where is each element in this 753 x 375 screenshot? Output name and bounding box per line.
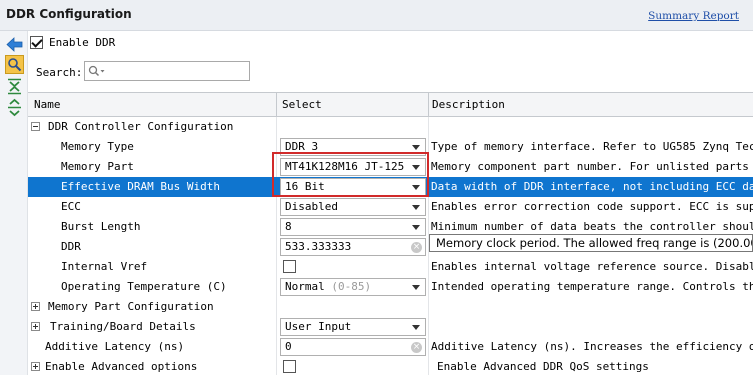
training-board-select[interactable]: User Input — [280, 318, 426, 336]
memory-type-select[interactable]: DDR 3 — [280, 138, 426, 156]
table-row[interactable]: Memory Part Configuration — [28, 297, 753, 317]
table-row[interactable]: Additive Latency (ns) 0 × Additive Laten… — [28, 337, 753, 357]
additive-latency-input[interactable]: 0 × — [280, 338, 426, 356]
enable-advanced-checkbox[interactable] — [283, 360, 296, 373]
expand-all-icon[interactable] — [5, 98, 24, 117]
enable-ddr-checkbox[interactable] — [30, 35, 43, 49]
input-value: 0 — [285, 340, 292, 353]
chevron-down-icon[interactable] — [412, 325, 420, 330]
row-description: Enable Advanced DDR QoS settings — [437, 360, 649, 373]
bus-width-select[interactable]: 16 Bit — [280, 178, 426, 196]
select-value: User Input — [285, 320, 352, 333]
row-name: Operating Temperature (C) — [61, 280, 227, 293]
search-box[interactable] — [84, 61, 250, 81]
table-row[interactable]: Operating Temperature (C) Normal (0-85) … — [28, 277, 753, 297]
enable-ddr-row: Enable DDR — [30, 33, 115, 51]
table-row[interactable]: Training/Board Details User Input — [28, 317, 753, 337]
clear-icon[interactable]: × — [411, 342, 422, 353]
row-name: Effective DRAM Bus Width — [61, 180, 220, 193]
burst-length-select[interactable]: 8 — [280, 218, 426, 236]
window-title: DDR Configuration — [6, 7, 132, 21]
table-row[interactable]: ECC Disabled Enables error correction co… — [28, 197, 753, 217]
column-header-name[interactable]: Name — [30, 93, 61, 117]
ecc-select[interactable]: Disabled — [280, 198, 426, 216]
select-value: 16 Bit — [285, 180, 325, 193]
row-name: DDR — [61, 240, 81, 253]
enable-ddr-label: Enable DDR — [49, 35, 116, 49]
row-name: Memory Part Configuration — [48, 300, 214, 313]
select-value: DDR 3 — [285, 140, 319, 153]
column-header-select[interactable]: Select — [278, 93, 322, 117]
row-description: Intended operating temperature range. Co… — [431, 280, 753, 293]
memory-part-select[interactable]: MT41K128M16 JT-125 — [280, 158, 426, 176]
row-description: Enables error correction code support. E… — [431, 200, 753, 213]
chevron-down-icon[interactable] — [412, 225, 420, 230]
summary-report-link[interactable]: Summary Report — [648, 10, 739, 22]
table-row[interactable]: Internal Vref Enables internal voltage r… — [28, 257, 753, 277]
table-row[interactable]: Memory Part MT41K128M16 JT-125 Memory co… — [28, 157, 753, 177]
back-arrow-icon[interactable] — [5, 35, 24, 54]
chevron-down-icon[interactable] — [412, 285, 420, 290]
row-name: Additive Latency (ns) — [45, 340, 185, 353]
table-header: Name Select Description — [28, 93, 753, 117]
title-bar: DDR Configuration Summary Report — [0, 0, 753, 31]
table-row-selected[interactable]: Effective DRAM Bus Width 16 Bit Data wid… — [28, 177, 753, 197]
table-row[interactable]: Enable Advanced options Enable Advanced … — [28, 357, 753, 375]
row-description: Type of memory interface. Refer to UG585… — [431, 140, 753, 153]
search-field-icon — [88, 65, 106, 77]
row-description: Data width of DDR interface, not includi… — [431, 180, 753, 193]
select-value: Disabled — [285, 200, 338, 213]
row-name: ECC — [61, 200, 81, 213]
row-description: Enables internal voltage reference sourc… — [431, 260, 753, 273]
internal-vref-checkbox[interactable] — [283, 260, 296, 273]
chevron-down-icon[interactable] — [412, 185, 420, 190]
column-header-description[interactable]: Description — [428, 93, 505, 117]
table-row[interactable]: Memory Type DDR 3 Type of memory interfa… — [28, 137, 753, 157]
row-name: Burst Length — [61, 220, 141, 233]
select-value: Normal — [285, 280, 325, 293]
select-value: MT41K128M16 JT-125 — [285, 160, 405, 173]
row-name: DDR Controller Configuration — [48, 120, 234, 133]
search-label: Search: — [36, 66, 83, 79]
row-name: Memory Part — [61, 160, 134, 173]
row-name: Memory Type — [61, 140, 134, 153]
row-description: Memory component part number. For unlist… — [431, 160, 753, 173]
clear-icon[interactable]: × — [411, 242, 422, 253]
input-value: 533.333333 — [285, 240, 352, 253]
row-name: Enable Advanced options — [45, 360, 198, 373]
side-toolbar — [0, 31, 28, 375]
table-row[interactable]: DDR Controller Configuration — [28, 117, 753, 137]
chevron-down-icon[interactable] — [412, 205, 420, 210]
collapse-all-icon[interactable] — [5, 77, 24, 96]
search-input[interactable] — [110, 63, 250, 79]
chevron-down-icon[interactable] — [412, 145, 420, 150]
search-icon[interactable] — [5, 55, 24, 74]
chevron-down-icon[interactable] — [412, 165, 420, 170]
ddr-frequency-input[interactable]: 533.333333 × — [280, 238, 426, 256]
select-value: 8 — [285, 220, 292, 233]
row-name: Training/Board Details — [50, 320, 196, 333]
row-name: Internal Vref — [61, 260, 148, 273]
row-description: Additive Latency (ns). Increases the eff… — [431, 340, 753, 353]
operating-temperature-select[interactable]: Normal (0-85) — [280, 278, 426, 296]
ddr-frequency-tooltip: Memory clock period. The allowed freq ra… — [429, 234, 753, 252]
select-hint: (0-85) — [331, 280, 372, 293]
